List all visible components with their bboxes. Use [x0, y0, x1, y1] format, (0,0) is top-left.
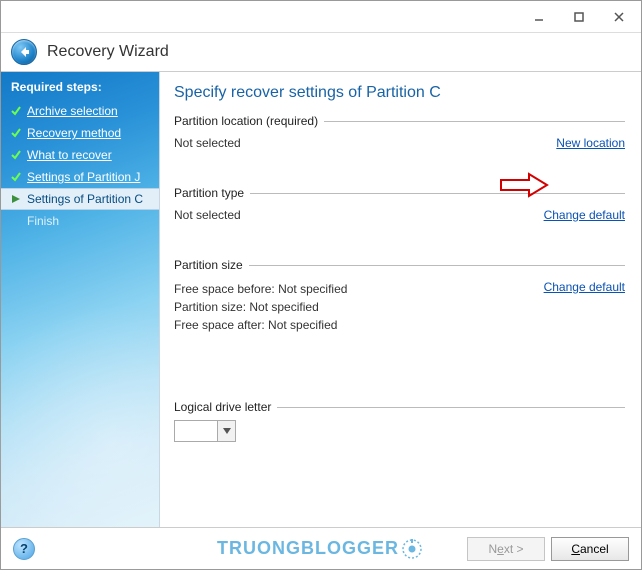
help-button[interactable]: ?	[13, 538, 35, 560]
maximize-button[interactable]	[559, 3, 599, 31]
checkmark-icon	[9, 149, 23, 161]
divider	[250, 193, 625, 194]
chevron-down-icon[interactable]	[218, 420, 236, 442]
next-button: Next >	[467, 537, 545, 561]
step-archive-selection[interactable]: Archive selection	[1, 100, 159, 122]
step-label: What to recover	[27, 148, 112, 162]
footer: ? TRUONGBLOGGER Next > Cancel	[1, 527, 641, 569]
step-label: Settings of Partition C	[27, 192, 143, 206]
step-recovery-method[interactable]: Recovery method	[1, 122, 159, 144]
step-settings-partition-c[interactable]: Settings of Partition C	[1, 188, 160, 210]
section-partition-type: Partition type	[174, 186, 625, 200]
cancel-button[interactable]: Cancel	[551, 537, 629, 561]
close-button[interactable]	[599, 3, 639, 31]
sidebar-heading: Required steps:	[1, 76, 159, 100]
section-label: Partition size	[174, 258, 249, 272]
checkmark-icon	[9, 171, 23, 183]
header: Recovery Wizard	[1, 33, 641, 71]
step-label: Settings of Partition J	[27, 170, 140, 184]
section-partition-size: Partition size	[174, 258, 625, 272]
section-label: Partition location (required)	[174, 114, 324, 128]
arrow-right-icon	[9, 193, 23, 205]
checkmark-icon	[9, 127, 23, 139]
recovery-wizard-window: Recovery Wizard Required steps: Archive …	[0, 0, 642, 570]
drive-letter-value[interactable]	[174, 420, 218, 442]
partition-location-value: Not selected	[174, 136, 241, 150]
step-what-to-recover[interactable]: What to recover	[1, 144, 159, 166]
main-panel: Specify recover settings of Partition C …	[159, 72, 641, 527]
step-label: Archive selection	[27, 104, 118, 118]
sidebar: Required steps: Archive selection Recove…	[1, 72, 159, 527]
header-title: Recovery Wizard	[47, 43, 169, 61]
back-button[interactable]	[11, 39, 37, 65]
page-title: Specify recover settings of Partition C	[174, 84, 625, 102]
new-location-link[interactable]: New location	[556, 136, 625, 150]
section-label: Partition type	[174, 186, 250, 200]
step-finish: Finish	[1, 210, 159, 232]
step-label: Finish	[27, 214, 59, 228]
section-label: Logical drive letter	[174, 400, 277, 414]
change-default-type-link[interactable]: Change default	[544, 208, 625, 222]
divider	[324, 121, 625, 122]
partition-type-value: Not selected	[174, 208, 241, 222]
watermark: TRUONGBLOGGER	[217, 538, 425, 560]
partition-size-values: Free space beforeNot specified Partition…	[174, 280, 347, 334]
step-settings-partition-j[interactable]: Settings of Partition J	[1, 166, 159, 188]
divider	[249, 265, 625, 266]
minimize-button[interactable]	[519, 3, 559, 31]
body: Required steps: Archive selection Recove…	[1, 71, 641, 527]
drive-letter-combo[interactable]	[174, 420, 236, 442]
checkmark-icon	[9, 105, 23, 117]
titlebar	[1, 1, 641, 33]
divider	[277, 407, 625, 408]
section-partition-location: Partition location (required)	[174, 114, 625, 128]
change-default-size-link[interactable]: Change default	[544, 280, 625, 294]
section-drive-letter: Logical drive letter	[174, 400, 625, 414]
step-label: Recovery method	[27, 126, 121, 140]
